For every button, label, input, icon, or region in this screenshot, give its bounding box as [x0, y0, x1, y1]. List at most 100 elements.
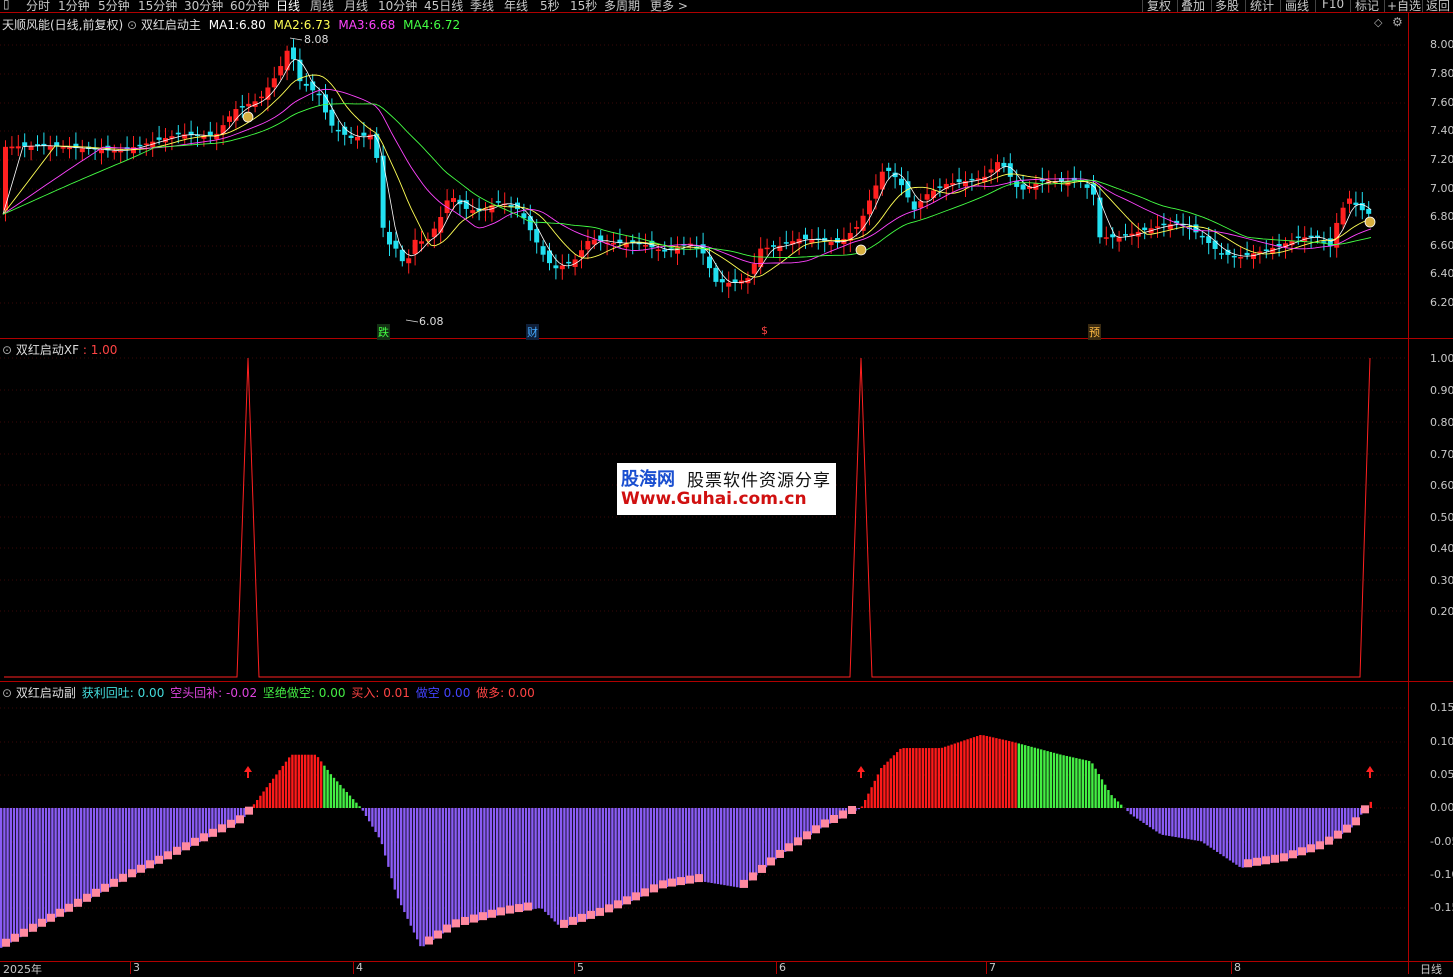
short-bar: [429, 808, 431, 942]
xf-ytick: 0.90: [1430, 384, 1453, 397]
candlestick-chart[interactable]: [0, 12, 1408, 338]
tf-more[interactable]: 更多 >: [650, 0, 688, 12]
long-bar: [1117, 801, 1119, 808]
short-bar: [496, 808, 498, 916]
tf-month[interactable]: 月线: [344, 0, 368, 12]
tf-45day[interactable]: 45日线: [424, 0, 463, 12]
long-bar: [1098, 774, 1100, 808]
long-bar: [915, 748, 917, 808]
main-ytick: 6.20: [1430, 296, 1453, 309]
candle-body: [1104, 237, 1109, 239]
tf-day[interactable]: 日线: [276, 0, 300, 12]
long-bar: [960, 741, 962, 808]
long-bar: [266, 787, 268, 808]
tf-season[interactable]: 季线: [470, 0, 494, 12]
long-bar: [269, 783, 271, 808]
short-bar: [650, 808, 652, 893]
buy-step: [749, 872, 757, 880]
long-bar: [1018, 743, 1020, 808]
btn-tongji[interactable]: 统计: [1250, 0, 1274, 12]
sub-histogram-chart[interactable]: [0, 682, 1408, 961]
short-bar: [1146, 808, 1148, 825]
tf-year[interactable]: 年线: [504, 0, 528, 12]
tf-multi[interactable]: 多周期: [604, 0, 640, 12]
main-ytick: 8.00: [1430, 38, 1453, 51]
tf-5sec[interactable]: 5秒: [540, 0, 560, 12]
short-bar: [384, 808, 386, 856]
short-bar: [736, 808, 738, 887]
buy-step: [677, 877, 685, 885]
short-bar: [80, 808, 82, 903]
long-bar: [342, 788, 344, 808]
buy-step: [38, 919, 46, 927]
toolbar-menu-icon[interactable]: ▯: [3, 0, 10, 11]
btn-huaxian[interactable]: 画线: [1285, 0, 1309, 12]
long-bar: [1014, 743, 1016, 808]
dollar-marker[interactable]: $: [761, 324, 768, 337]
tf-10min[interactable]: 10分钟: [378, 0, 417, 12]
short-bar: [570, 808, 572, 925]
btn-duogu[interactable]: 多股: [1215, 0, 1239, 12]
buy-step: [1289, 850, 1297, 858]
buy-step: [182, 842, 190, 850]
short-bar: [701, 808, 703, 881]
short-bar: [0, 808, 2, 948]
short-bar: [710, 808, 712, 883]
buy-step: [578, 914, 586, 922]
btn-biaoji[interactable]: 标记: [1355, 0, 1379, 12]
x-label: 8: [1234, 961, 1241, 974]
short-bar: [1149, 808, 1151, 827]
short-bar: [810, 808, 812, 835]
buy-step: [1352, 817, 1360, 825]
short-bar: [470, 808, 472, 922]
buy-step: [434, 931, 442, 939]
short-bar: [10, 808, 12, 943]
buy-step: [569, 917, 577, 925]
buy-step: [1343, 825, 1351, 833]
period-label[interactable]: 日线: [1420, 961, 1442, 977]
candle-body: [560, 266, 565, 270]
tf-15min[interactable]: 15分钟: [138, 0, 177, 12]
btn-diejia[interactable]: 叠加: [1181, 0, 1205, 12]
tf-30min[interactable]: 30分钟: [184, 0, 223, 12]
buy-step: [1361, 805, 1369, 813]
tf-60min[interactable]: 60分钟: [230, 0, 269, 12]
short-bar: [666, 808, 668, 887]
short-bar: [1235, 808, 1237, 865]
short-bar: [653, 808, 655, 891]
candle-body: [157, 137, 162, 139]
candle-body: [285, 51, 290, 71]
finance-marker[interactable]: 财: [526, 324, 539, 340]
buy-step: [11, 934, 19, 942]
btn-add-favorite[interactable]: +自选: [1387, 0, 1421, 12]
short-bar: [1258, 808, 1260, 865]
candle-body: [1232, 256, 1237, 257]
tf-week[interactable]: 周线: [310, 0, 334, 12]
tf-15sec[interactable]: 15秒: [570, 0, 597, 12]
tf-fenshi[interactable]: 分时: [26, 0, 50, 12]
forecast-marker[interactable]: 预: [1088, 324, 1101, 340]
btn-f10[interactable]: F10: [1322, 0, 1344, 11]
long-bar: [1059, 755, 1061, 808]
short-bar: [83, 808, 85, 902]
tf-5min[interactable]: 5分钟: [98, 0, 130, 12]
short-bar: [1130, 808, 1132, 814]
short-bar: [400, 808, 402, 905]
short-bar: [1181, 808, 1183, 838]
long-bar: [982, 735, 984, 808]
short-bar: [170, 808, 172, 856]
long-bar: [1370, 802, 1372, 808]
long-bar: [1072, 757, 1074, 808]
tf-1min[interactable]: 1分钟: [58, 0, 90, 12]
short-bar: [131, 808, 133, 876]
x-label: 5: [577, 961, 584, 974]
period-toolbar: ▯ 分时 1分钟 5分钟 15分钟 30分钟 60分钟 日线 周线 月线 10分…: [0, 0, 1453, 12]
candle-body: [144, 143, 149, 145]
fall-marker[interactable]: 跌: [377, 324, 390, 340]
btn-fuquan[interactable]: 复权: [1147, 0, 1171, 12]
btn-back[interactable]: 返回: [1426, 0, 1450, 12]
candle-body: [528, 216, 533, 230]
short-bar: [746, 808, 748, 883]
short-bar: [691, 808, 693, 883]
long-bar: [886, 762, 888, 808]
